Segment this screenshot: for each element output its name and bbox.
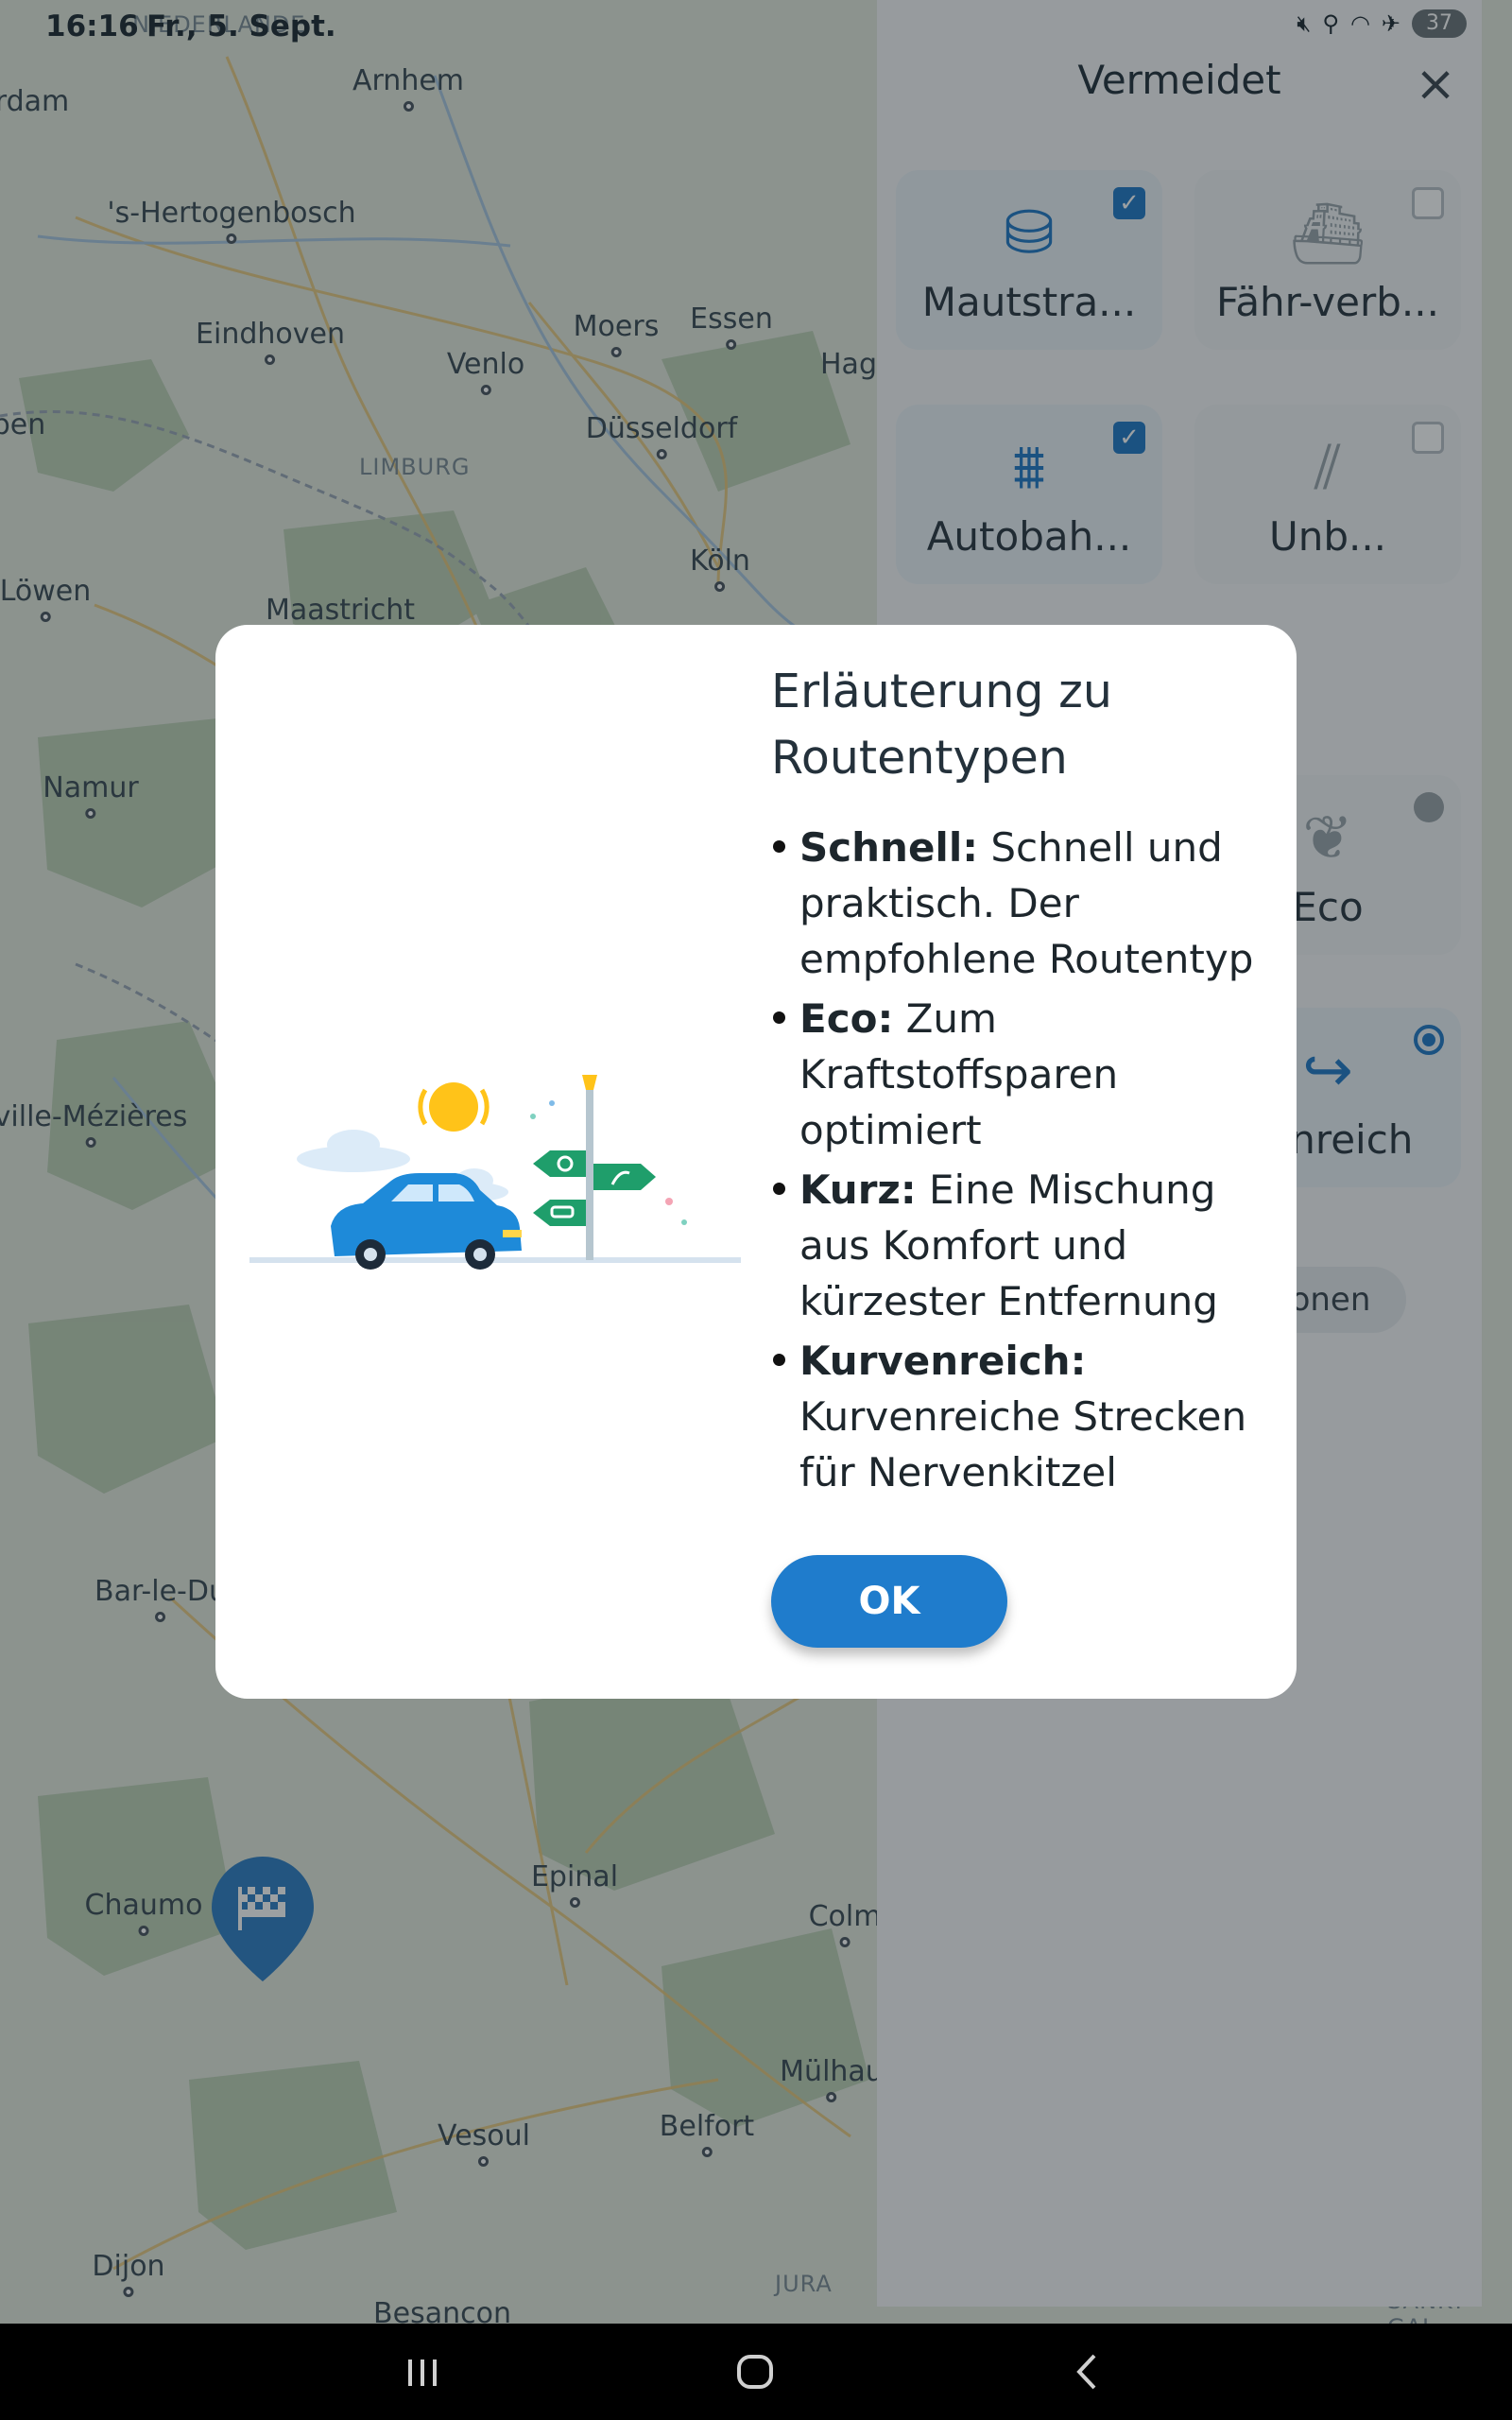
ok-button[interactable]: OK	[771, 1555, 1007, 1648]
list-item: Kurz: Eine Mischung aus Komfort und kürz…	[771, 1162, 1281, 1329]
recent-apps-icon[interactable]	[380, 2344, 465, 2399]
system-navigation-bar	[0, 2324, 1512, 2420]
route-types-dialog: ? ? Erläuterung zu Routentypen Schnell: …	[215, 625, 1297, 1699]
route-type-description: Kurvenreiche Strecken für Nervenkitzel	[799, 1393, 1247, 1495]
route-illustration: ? ?	[249, 1075, 741, 1270]
route-type-term: Kurz:	[799, 1167, 917, 1213]
route-type-term: Schnell:	[799, 824, 979, 871]
back-icon[interactable]	[1045, 2344, 1130, 2399]
route-type-list: Schnell: Schnell und praktisch. Der empf…	[771, 820, 1281, 1504]
list-item: Kurvenreich: Kurvenreiche Strecken für N…	[771, 1333, 1281, 1500]
list-item: Eco: Zum Kraftstoffsparen optimiert	[771, 991, 1281, 1158]
home-icon[interactable]	[713, 2344, 798, 2399]
dialog-title: Erläuterung zu Routentypen	[771, 665, 1112, 785]
route-type-term: Kurvenreich:	[799, 1338, 1087, 1384]
list-item: Schnell: Schnell und praktisch. Der empf…	[771, 820, 1281, 987]
route-type-term: Eco:	[799, 995, 894, 1042]
